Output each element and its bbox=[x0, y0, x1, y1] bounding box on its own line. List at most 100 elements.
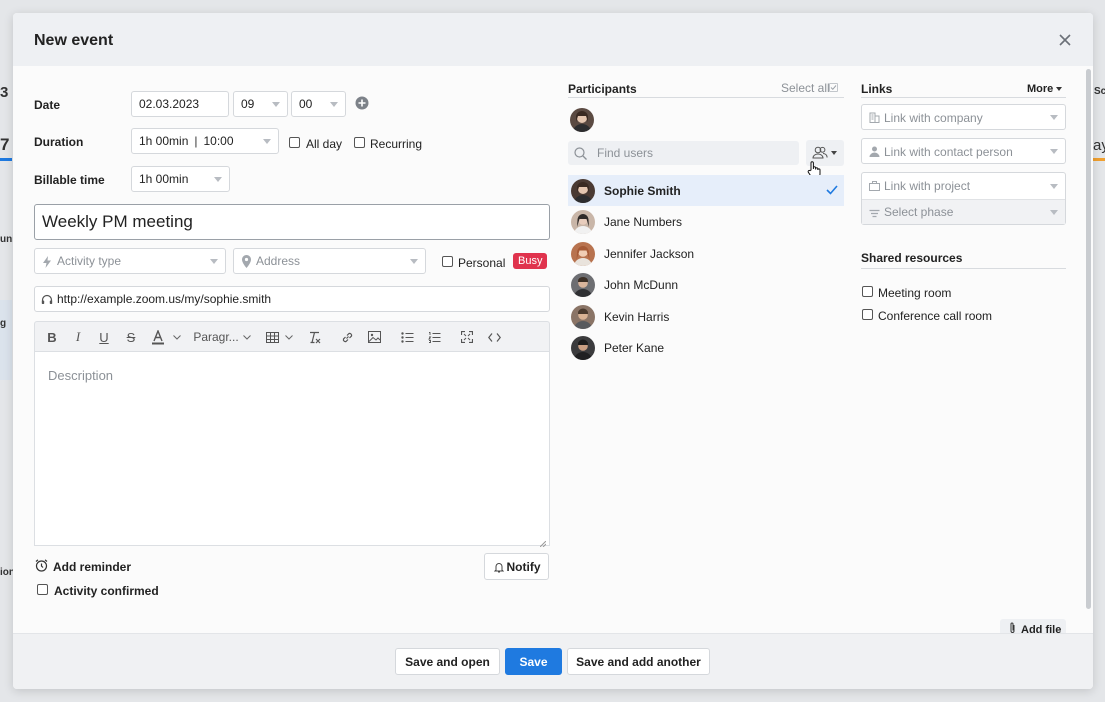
chevron-down-icon bbox=[272, 102, 280, 107]
save-button[interactable]: Save bbox=[505, 648, 562, 675]
underline-icon[interactable]: U bbox=[97, 328, 111, 346]
italic-icon[interactable]: I bbox=[71, 328, 85, 346]
numbered-list-icon[interactable] bbox=[427, 328, 441, 346]
notify-label: Notify bbox=[506, 559, 541, 574]
building-icon bbox=[869, 112, 880, 123]
user-groups-button[interactable] bbox=[806, 140, 844, 179]
conference-call-room-checkbox[interactable] bbox=[862, 309, 873, 320]
link-project-placeholder: Link with project bbox=[884, 179, 971, 193]
description-editor[interactable]: Description bbox=[34, 351, 550, 548]
description-placeholder: Description bbox=[48, 368, 114, 383]
link-company-placeholder: Link with company bbox=[884, 111, 983, 125]
user-group-icon bbox=[812, 146, 828, 162]
duration-label: Duration bbox=[34, 135, 84, 149]
hour-select[interactable]: 09 bbox=[233, 91, 288, 117]
avatar bbox=[571, 336, 595, 360]
recurring-label: Recurring bbox=[370, 137, 423, 151]
fullscreen-icon[interactable] bbox=[460, 328, 474, 346]
duration-end-value: 10:00 bbox=[203, 134, 234, 148]
new-event-dialog: New event Date 02.03.2023 09 00 Duration… bbox=[13, 13, 1093, 689]
link-icon[interactable] bbox=[340, 328, 354, 346]
all-day-label: All day bbox=[306, 137, 343, 151]
conference-call-room-label: Conference call room bbox=[878, 309, 993, 323]
duration-select[interactable]: 1h 00min | 10:00 bbox=[131, 128, 279, 154]
bulleted-list-icon[interactable] bbox=[400, 328, 414, 346]
activity-confirmed-label: Activity confirmed bbox=[54, 584, 159, 598]
chevron-down-icon bbox=[1050, 115, 1058, 120]
clear-format-icon[interactable] bbox=[307, 328, 321, 346]
link-project-select[interactable]: Link with project bbox=[862, 173, 1065, 199]
strikethrough-icon[interactable]: S bbox=[124, 328, 138, 346]
participant-name: Sophie Smith bbox=[604, 184, 681, 198]
date-label: Date bbox=[34, 98, 61, 112]
participant-row[interactable]: Jane Numbers bbox=[568, 206, 844, 237]
more-dropdown[interactable]: More bbox=[1027, 83, 1053, 95]
phase-icon bbox=[869, 207, 880, 218]
participant-row[interactable]: John McDunn bbox=[568, 269, 844, 300]
avatar bbox=[571, 273, 595, 297]
find-users-input[interactable]: Find users bbox=[568, 141, 799, 165]
source-code-icon[interactable] bbox=[486, 328, 502, 346]
activity-type-select[interactable]: Activity type bbox=[34, 248, 226, 274]
event-title-input[interactable]: Weekly PM meeting bbox=[34, 204, 550, 240]
bold-icon[interactable]: B bbox=[45, 328, 59, 346]
chevron-down-icon[interactable] bbox=[284, 328, 294, 346]
address-select[interactable]: Address bbox=[233, 248, 426, 274]
date-input[interactable]: 02.03.2023 bbox=[131, 91, 229, 117]
bg-fragment: 3 bbox=[0, 84, 9, 101]
billable-time-label: Billable time bbox=[34, 173, 105, 187]
participant-row[interactable]: Sophie Smith bbox=[568, 175, 844, 206]
close-icon[interactable] bbox=[1055, 30, 1075, 50]
participant-name: Peter Kane bbox=[604, 341, 665, 355]
event-title-value: Weekly PM meeting bbox=[42, 212, 193, 231]
resize-handle-icon[interactable] bbox=[539, 536, 547, 548]
image-icon[interactable] bbox=[367, 328, 381, 346]
chevron-down-icon bbox=[214, 177, 222, 182]
select-phase-select[interactable]: Select phase bbox=[862, 199, 1065, 224]
notify-button[interactable]: Notify bbox=[484, 553, 549, 580]
date-value: 02.03.2023 bbox=[139, 97, 200, 111]
meeting-url-input[interactable]: http://example.zoom.us/my/sophie.smith bbox=[34, 286, 550, 312]
participants-divider bbox=[568, 97, 844, 98]
chevron-down-icon bbox=[1050, 149, 1058, 154]
link-company-select[interactable]: Link with company bbox=[861, 104, 1066, 130]
links-title: Links bbox=[861, 82, 893, 96]
participant-name: Jennifer Jackson bbox=[604, 247, 695, 261]
chevron-down-icon bbox=[831, 151, 837, 155]
add-time-icon[interactable] bbox=[355, 96, 369, 110]
activity-confirmed-checkbox[interactable] bbox=[37, 584, 48, 595]
participant-row[interactable]: Peter Kane bbox=[568, 332, 844, 363]
dialog-footer: Save and open Save Save and add another bbox=[13, 633, 1093, 689]
text-color-icon[interactable] bbox=[150, 328, 166, 346]
find-users-placeholder: Find users bbox=[597, 146, 654, 160]
link-contact-select[interactable]: Link with contact person bbox=[861, 138, 1066, 164]
dialog-title: New event bbox=[34, 32, 114, 49]
participant-row[interactable]: Jennifer Jackson bbox=[568, 238, 844, 269]
recurring-checkbox[interactable] bbox=[354, 137, 365, 148]
add-reminder-button[interactable]: Add reminder bbox=[53, 560, 131, 574]
chevron-down-icon bbox=[210, 259, 218, 264]
avatar bbox=[571, 305, 595, 329]
dialog-scrollbar[interactable] bbox=[1086, 69, 1091, 609]
personal-label: Personal bbox=[458, 256, 506, 270]
participant-row[interactable]: Kevin Harris bbox=[568, 301, 844, 332]
select-all-link[interactable]: Select all bbox=[781, 81, 830, 95]
billable-time-select[interactable]: 1h 00min bbox=[131, 166, 230, 192]
table-icon[interactable] bbox=[265, 328, 279, 346]
personal-checkbox[interactable] bbox=[442, 256, 453, 267]
all-day-checkbox[interactable] bbox=[289, 137, 300, 148]
minute-select[interactable]: 00 bbox=[291, 91, 346, 117]
alarm-clock-icon[interactable] bbox=[35, 559, 48, 575]
meeting-room-checkbox[interactable] bbox=[862, 286, 873, 297]
bg-fragment: g bbox=[0, 318, 7, 329]
save-and-add-another-button[interactable]: Save and add another bbox=[567, 648, 710, 675]
briefcase-icon bbox=[869, 180, 880, 191]
chevron-down-icon[interactable] bbox=[242, 328, 252, 346]
save-and-open-button[interactable]: Save and open bbox=[395, 648, 500, 675]
busy-badge[interactable]: Busy bbox=[513, 253, 548, 269]
select-all-checkbox[interactable] bbox=[829, 83, 838, 92]
chevron-down-icon[interactable] bbox=[1056, 87, 1062, 91]
chevron-down-icon[interactable] bbox=[172, 328, 182, 346]
paragraph-format-dropdown[interactable]: Paragr... bbox=[193, 328, 239, 346]
minute-value: 00 bbox=[299, 97, 313, 111]
